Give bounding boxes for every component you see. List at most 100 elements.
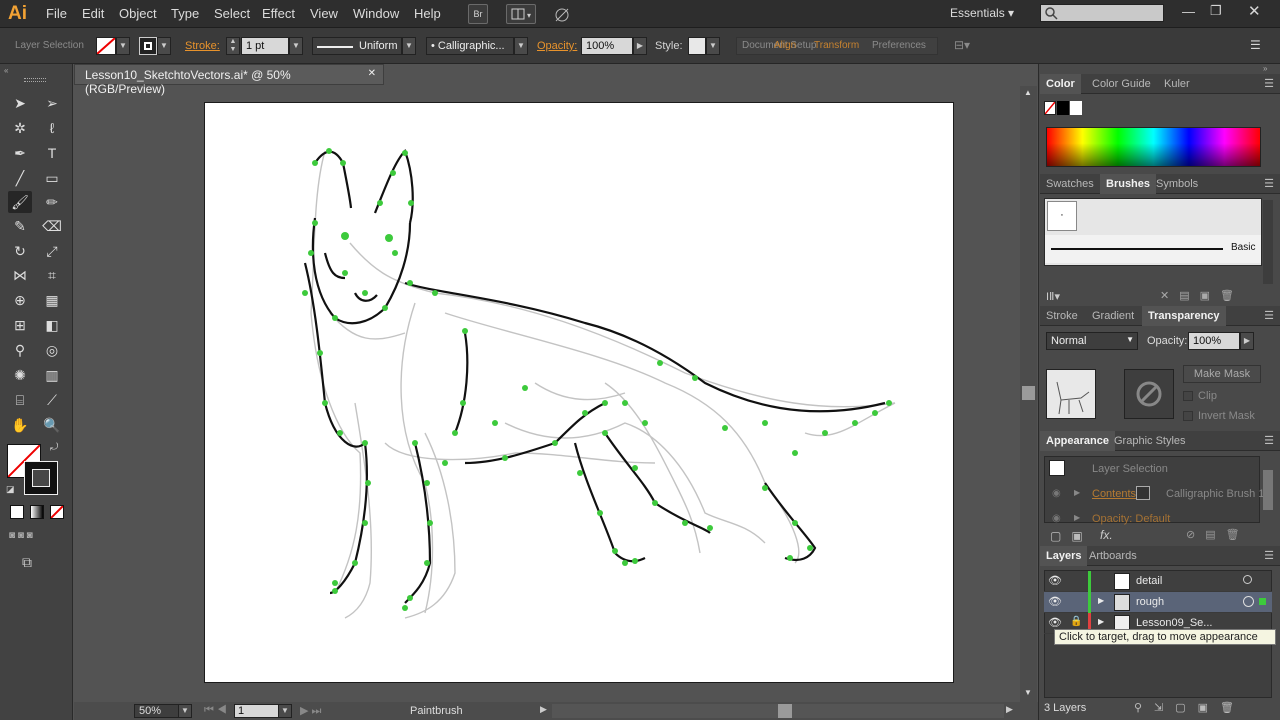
perspective-grid-tool-icon[interactable]: ▦ — [40, 289, 64, 311]
tab-artboards[interactable]: Artboards — [1083, 546, 1143, 566]
tab-transparency[interactable]: Transparency — [1142, 306, 1226, 326]
appearance-panel-menu-icon[interactable]: ☰ — [1264, 434, 1274, 447]
contents-swatch[interactable] — [1136, 486, 1150, 500]
menu-help[interactable]: Help — [414, 6, 441, 21]
selection-tool-icon[interactable]: ➤ — [8, 92, 32, 114]
profile-dropdown[interactable]: ▼ — [402, 37, 416, 55]
layer-selected-indicator[interactable] — [1259, 598, 1266, 605]
pen-tool-icon[interactable]: ✒ — [8, 142, 32, 164]
menu-window[interactable]: Window — [353, 6, 399, 21]
menu-view[interactable]: View — [310, 6, 338, 21]
artboard[interactable] — [204, 102, 954, 683]
paintbrush-tool-icon[interactable]: 🖌 — [8, 191, 32, 213]
vertical-scroll-thumb[interactable] — [1022, 386, 1035, 400]
tab-color-guide[interactable]: Color Guide — [1086, 74, 1157, 94]
brush-dropdown[interactable]: ▼ — [514, 37, 528, 55]
minimize-icon[interactable]: — — [1182, 4, 1195, 19]
white-color-chip[interactable] — [1070, 101, 1082, 115]
menu-select[interactable]: Select — [214, 6, 250, 21]
fill-swatch[interactable] — [96, 37, 116, 55]
width-tool-icon[interactable]: ⋈ — [8, 264, 32, 286]
blend-mode-select[interactable]: Normal ▼ — [1046, 332, 1138, 350]
pencil-tool-icon[interactable]: ✏ — [40, 191, 64, 213]
eraser-tool-icon[interactable]: ⌫ — [40, 215, 64, 237]
scale-tool-icon[interactable]: ⤢ — [40, 240, 64, 262]
stroke-dropdown[interactable]: ▼ — [157, 37, 171, 55]
menu-edit[interactable]: Edit — [82, 6, 104, 21]
stroke-swatch[interactable] — [139, 37, 157, 55]
close-doc-icon[interactable]: ✕ — [368, 68, 376, 79]
mask-thumbnail[interactable] — [1124, 369, 1174, 419]
artboard-dropdown[interactable]: ▼ — [278, 704, 292, 718]
preferences-button[interactable]: Preferences — [872, 40, 926, 51]
fill-dropdown[interactable]: ▼ — [116, 37, 130, 55]
hand-tool-icon[interactable]: ✋ — [8, 414, 32, 436]
tab-gradient[interactable]: Gradient — [1086, 306, 1140, 326]
vertical-scrollbar[interactable]: ▲ ▼ — [1020, 86, 1037, 702]
expand-contents-icon[interactable]: ▶ — [1074, 488, 1080, 497]
make-mask-button[interactable]: Make Mask — [1183, 365, 1261, 383]
type-tool-icon[interactable]: T — [40, 142, 64, 164]
visibility-eye-icon[interactable]: ◉ — [1052, 488, 1061, 499]
gpu-icon[interactable] — [552, 6, 572, 24]
stroke-weight-dropdown[interactable]: ▼ — [289, 37, 303, 55]
brushes-scrollbar[interactable] — [1263, 200, 1273, 284]
close-window-icon[interactable]: ✕ — [1248, 2, 1261, 20]
bridge-button[interactable]: Br — [468, 4, 488, 24]
blob-brush-tool-icon[interactable]: ✎ — [8, 215, 32, 237]
help-search-input[interactable] — [1040, 4, 1164, 22]
transparency-opacity-field[interactable]: 100% — [1188, 332, 1240, 350]
opacity-visibility-icon[interactable]: ◉ — [1052, 513, 1061, 524]
calligraphic-brush-thumb[interactable]: · — [1047, 201, 1077, 231]
zoom-tool-icon[interactable]: 🔍 — [40, 414, 64, 436]
gradient-tool-icon[interactable]: ◧ — [40, 314, 64, 336]
document-tab[interactable]: Lesson10_SketchtoVectors.ai* @ 50% (RGB/… — [74, 64, 384, 96]
layer-expand-icon[interactable]: ▶ — [1098, 596, 1104, 605]
layer-visibility-icon[interactable]: 👁 — [1048, 574, 1062, 587]
tab-graphic-styles[interactable]: Graphic Styles — [1108, 431, 1192, 451]
zoom-dropdown[interactable]: ▼ — [178, 704, 192, 718]
transform-button[interactable]: Transform — [814, 40, 859, 51]
menu-type[interactable]: Type — [171, 6, 199, 21]
restore-icon[interactable]: ❐ — [1210, 3, 1222, 19]
lasso-tool-icon[interactable]: ℓ — [40, 117, 64, 139]
layer-visibility-icon[interactable]: 👁 — [1048, 595, 1062, 608]
none-mode-icon[interactable] — [50, 505, 64, 519]
opacity-row[interactable]: Opacity: Default — [1092, 513, 1170, 525]
first-artboard-icon[interactable]: ⏮ ◀ — [204, 704, 227, 717]
control-panel-menu-icon[interactable]: ☰ — [1250, 38, 1261, 52]
shape-builder-tool-icon[interactable]: ⊕ — [8, 289, 32, 311]
screen-mode-icon[interactable]: ⧉ — [22, 554, 32, 571]
eyedropper-tool-icon[interactable]: ⚲ — [8, 339, 32, 361]
status-menu-arrow[interactable]: ▶ — [540, 704, 547, 715]
brush-actions-icons[interactable]: ✕▤▣🗑 — [1160, 289, 1244, 302]
opacity-slider-button[interactable]: ▶ — [633, 37, 647, 55]
brushes-panel-menu-icon[interactable]: ☰ — [1264, 177, 1274, 190]
transparency-panel-menu-icon[interactable]: ☰ — [1264, 309, 1274, 322]
layers-action-icons[interactable]: ⚲⇲▢▣🗑 — [1134, 701, 1246, 714]
appearance-add-icons[interactable]: ▢▣ — [1050, 529, 1093, 543]
opacity-field[interactable]: 100% — [581, 37, 633, 55]
stroke-label[interactable]: Stroke: — [185, 40, 220, 52]
gradient-mode-icon[interactable] — [30, 505, 44, 519]
slice-tool-icon[interactable]: ⟋ — [40, 389, 64, 411]
style-dropdown[interactable]: ▼ — [706, 37, 720, 55]
layer-name[interactable]: rough — [1136, 596, 1164, 608]
drawing-modes[interactable]: ◙ ◙ ◙ — [9, 530, 65, 544]
artboard-number-field[interactable]: 1 — [234, 704, 280, 718]
direct-selection-tool-icon[interactable]: ➢ — [40, 92, 64, 114]
default-colors-icon[interactable]: ◪ — [6, 484, 15, 495]
free-transform-tool-icon[interactable]: ⌗ — [40, 264, 64, 286]
layer-row-rough[interactable]: 👁 ▶ rough — [1044, 592, 1272, 613]
workspace-switcher[interactable]: Essentials ▾ — [950, 6, 1014, 20]
blend-tool-icon[interactable]: ◎ — [40, 339, 64, 361]
tab-symbols[interactable]: Symbols — [1150, 174, 1204, 194]
collapse-panels-icon[interactable]: » — [1263, 64, 1267, 73]
brush-definition[interactable]: • Calligraphic... — [426, 37, 514, 55]
swap-fill-stroke-icon[interactable]: ⤾ — [50, 442, 58, 453]
black-color-chip[interactable] — [1057, 101, 1069, 115]
line-tool-icon[interactable]: ╱ — [8, 167, 32, 189]
arrange-documents-button[interactable]: ▾ — [506, 4, 536, 24]
contents-row-label[interactable]: Contents — [1092, 488, 1136, 500]
column-graph-tool-icon[interactable]: ▥ — [40, 364, 64, 386]
